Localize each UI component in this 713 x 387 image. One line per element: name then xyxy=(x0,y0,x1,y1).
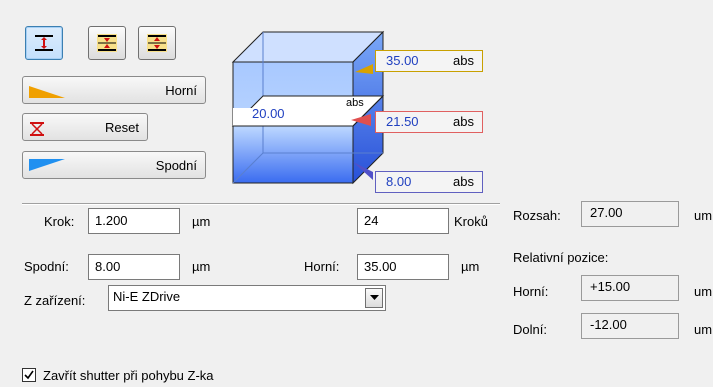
range-value-label: 20.00 xyxy=(252,106,285,121)
rel-bottom-unit: um xyxy=(694,322,713,337)
from-center-mode-button[interactable] xyxy=(138,26,176,60)
range-icon xyxy=(35,35,53,51)
dropdown-button[interactable] xyxy=(365,288,383,308)
top-unit: µm xyxy=(461,259,480,274)
from-center-icon xyxy=(147,34,167,52)
top-value: 35.00 xyxy=(386,53,419,68)
rel-top-unit: um xyxy=(694,284,713,299)
top-label: Horní: xyxy=(304,259,340,274)
set-bottom-button[interactable]: Spodní xyxy=(22,151,206,179)
reset-button[interactable]: Reset xyxy=(22,113,148,141)
relative-position-label: Relativní pozice: xyxy=(513,250,609,265)
range-unit-label: abs xyxy=(346,97,364,109)
steps-count-input[interactable]: 24 xyxy=(357,208,449,234)
reset-icon xyxy=(30,122,44,136)
set-bottom-label: Spodní xyxy=(155,158,197,173)
reset-label: Reset xyxy=(105,120,139,135)
center-icon xyxy=(97,34,117,52)
bottom-value: 8.00 xyxy=(386,174,412,189)
device-select[interactable]: Ni-E ZDrive xyxy=(108,285,386,311)
rel-bottom-label: Dolní: xyxy=(513,322,547,337)
rel-top-readout: +15.00 xyxy=(581,275,679,301)
top-value-unit: abs xyxy=(453,53,474,68)
device-label: Z zařízení: xyxy=(24,293,86,308)
bottom-input[interactable]: 8.00 xyxy=(88,254,180,280)
chevron-down-icon xyxy=(369,295,379,300)
device-select-value: Ni-E ZDrive xyxy=(113,289,181,304)
bottom-value-unit: abs xyxy=(453,174,474,189)
rel-bottom-readout: -12.00 xyxy=(581,313,679,339)
bottom-value-tag: 8.00 abs xyxy=(375,171,483,193)
top-value-tag: 35.00 abs xyxy=(375,50,483,72)
current-slice-front xyxy=(233,108,353,126)
top-marker-icon xyxy=(29,86,65,98)
range-mode-button[interactable] xyxy=(25,26,63,60)
range-label: Rozsah: xyxy=(513,208,561,223)
set-top-button[interactable]: Horní xyxy=(22,76,206,104)
current-value-tag: 21.50 abs xyxy=(375,111,483,133)
shutter-label[interactable]: Zavřít shutter při pohybu Z-ka xyxy=(43,368,214,383)
bottom-marker-icon xyxy=(29,159,65,171)
bottom-label: Spodní: xyxy=(24,259,69,274)
bottom-unit: µm xyxy=(192,259,211,274)
range-readout: 27.00 xyxy=(581,201,679,227)
current-value-unit: abs xyxy=(453,114,474,129)
step-input[interactable]: 1.200 xyxy=(88,208,180,234)
top-input[interactable]: 35.00 xyxy=(357,254,449,280)
shutter-checkbox[interactable] xyxy=(22,368,36,382)
set-top-label: Horní xyxy=(165,83,197,98)
rel-top-label: Horní: xyxy=(513,284,549,299)
range-unit: um xyxy=(694,208,713,223)
step-unit: µm xyxy=(192,214,211,229)
checkmark-icon xyxy=(24,370,34,380)
separator xyxy=(22,203,500,205)
step-label: Krok: xyxy=(44,214,75,229)
current-value: 21.50 xyxy=(386,114,419,129)
steps-count-label: Kroků xyxy=(454,214,488,229)
center-mode-button[interactable] xyxy=(88,26,126,60)
